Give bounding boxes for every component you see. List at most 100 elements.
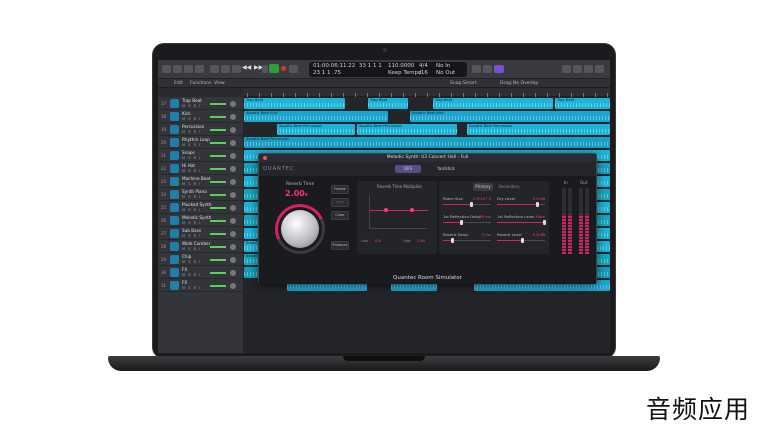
track-volume-fader[interactable] [210,168,226,170]
tuner-icon[interactable] [472,65,481,73]
functions-menu[interactable]: Functions [190,81,212,86]
cycle-icon[interactable] [289,65,298,73]
reverb-level-slider[interactable]: Reverb Level -9.8 dB [497,232,545,244]
track-mute-solo-buttons[interactable]: M S R I [182,260,201,264]
track-name[interactable]: Melodic Synth [182,215,211,220]
track-mute-solo-buttons[interactable]: M S R I [182,273,201,277]
clear-button[interactable]: Clear [331,211,349,220]
track-pan-knob[interactable] [230,218,236,224]
track-volume-fader[interactable] [210,259,226,261]
loop-browser-icon[interactable] [584,65,593,73]
track-header[interactable]: 31 FX M S R I [158,279,243,292]
track-pan-knob[interactable] [230,270,236,276]
track-volume-fader[interactable] [210,285,226,287]
freeze-button[interactable]: Freeze [331,185,349,194]
track-volume-fader[interactable] [210,116,226,118]
track-pan-knob[interactable] [230,257,236,263]
tab-primary[interactable]: Primary [473,183,493,191]
track-mute-solo-buttons[interactable]: M S R I [182,130,201,134]
track-pan-knob[interactable] [230,101,236,107]
track-header[interactable]: 29 Chip M S R I [158,253,243,266]
track-volume-fader[interactable] [210,220,226,222]
region[interactable]: Trap Beat [368,98,408,109]
help-icon[interactable] [184,65,193,73]
track-name[interactable]: FX [182,267,187,272]
track-volume-fader[interactable] [210,181,226,183]
smart-controls-icon[interactable] [210,65,219,73]
slider-thumb[interactable] [543,220,546,225]
browsers-icon[interactable] [595,65,604,73]
close-icon[interactable] [263,156,267,160]
dry-level-slider[interactable]: Dry Level 0.0 dB [497,196,545,208]
track-mute-solo-buttons[interactable]: M S R I [182,247,201,251]
track-mute-solo-buttons[interactable]: M S R I [182,221,201,225]
track-header[interactable]: 23 Machine Beat M S R I [158,175,243,188]
track-name[interactable]: Wide Comber [182,241,210,246]
track-volume-fader[interactable] [210,246,226,248]
region[interactable]: Aquatic Beat Percussion [277,124,355,135]
track-name[interactable]: Kick [182,111,191,116]
track-name[interactable]: Sub Bass [182,228,201,233]
slider-thumb[interactable] [450,238,454,243]
play-button[interactable] [269,64,279,73]
high-handle[interactable] [410,208,414,212]
track-header[interactable]: 30 FX M S R I [158,266,243,279]
reverb-time-knob[interactable] [281,210,319,248]
track-volume-fader[interactable] [210,155,226,157]
track-name[interactable]: Machine Beat [182,176,211,181]
track-volume-fader[interactable] [210,103,226,105]
region[interactable]: Aquatic Beat Percussion [244,137,610,148]
master-volume-icon[interactable] [494,65,504,73]
track-header[interactable]: 28 Wide Comber M S R I [158,240,243,253]
track-name[interactable]: FX [182,280,187,285]
toolbar-icon[interactable] [195,65,204,73]
region[interactable]: Aquatic Beat Kick [410,111,610,122]
region[interactable]: Aquatic Beat Percussion [467,124,610,135]
track-header[interactable]: 21 Snaps M S R I [158,149,243,162]
slider-thumb[interactable] [521,238,525,243]
tab-qrs[interactable]: QRS [395,165,421,173]
rewind-icon[interactable]: ◀◀ [242,64,251,71]
track-pan-knob[interactable] [230,166,236,172]
notepad-icon[interactable] [573,65,582,73]
track-mute-solo-buttons[interactable]: M S R I [182,104,201,108]
drag-select[interactable]: No Overlap [513,81,538,86]
tab-yardstick[interactable]: Yardstick [431,165,461,173]
track-header[interactable]: 17 Trap Beat M S R I [158,97,243,110]
track-pan-knob[interactable] [230,231,236,237]
track-volume-fader[interactable] [210,272,226,274]
track-volume-fader[interactable] [210,194,226,196]
tab-secondary[interactable]: Secondary [497,183,521,191]
track-volume-fader[interactable] [210,129,226,131]
track-mute-solo-buttons[interactable]: M S R I [182,286,201,290]
enhance-button[interactable]: Enhance [331,241,349,250]
track-mute-solo-buttons[interactable]: M S R I [182,234,201,238]
track-pan-knob[interactable] [230,244,236,250]
track-mute-solo-buttons[interactable]: M S R I [182,117,201,121]
record-button[interactable] [281,66,286,71]
track-pan-knob[interactable] [230,140,236,146]
region[interactable]: Aquatic Beat Percussion [357,124,457,135]
track-name[interactable]: Hi Hat [182,163,195,168]
editor-icon[interactable] [232,65,241,73]
region[interactable]: Trap Beat [555,98,610,109]
slider-thumb[interactable] [469,202,473,207]
track-mute-solo-buttons[interactable]: M S R I [182,208,201,212]
track-name[interactable]: Rhythm Loop [182,137,210,142]
low-handle[interactable] [384,208,388,212]
region[interactable]: Trap Beat [433,98,553,109]
track-mute-solo-buttons[interactable]: M S R I [182,169,201,173]
region[interactable]: Trap Beat [244,98,345,109]
first-reflection-delay-slider[interactable]: 1st Reflection Delay 28 ms [443,214,491,226]
track-mute-solo-buttons[interactable]: M S R I [182,143,201,147]
slider-thumb[interactable] [460,220,464,225]
timeline-ruler[interactable] [243,88,610,97]
reverb-delay-slider[interactable]: Reverb Delay 7 ms [443,232,491,244]
view-menu[interactable]: View [214,81,225,86]
track-volume-fader[interactable] [210,233,226,235]
track-name[interactable]: Trap Beat [182,98,202,103]
track-pan-knob[interactable] [230,192,236,198]
mixer-icon[interactable] [221,65,230,73]
list-editors-icon[interactable] [562,65,571,73]
inspector-icon[interactable] [173,65,182,73]
